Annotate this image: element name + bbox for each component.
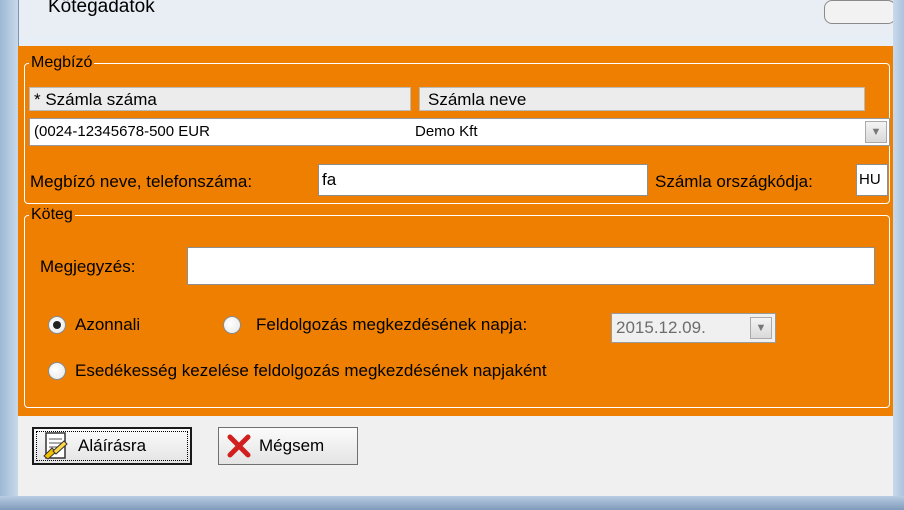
note-label: Megjegyzés: (40, 257, 136, 276)
window-frame-bottom (0, 496, 904, 510)
megbizo-legend: Megbízó (31, 54, 93, 71)
cancel-button[interactable]: Mégsem (218, 427, 358, 465)
calendar-dropdown-icon[interactable]: ▼ (750, 317, 772, 339)
radio-immediate-label[interactable]: Azonnali (75, 315, 140, 335)
column-header-account-name[interactable]: Számla neve (419, 87, 865, 111)
window-frame-left (0, 0, 19, 510)
country-code-label: Számla országkódja: (655, 172, 813, 191)
title-bar-button[interactable] (824, 0, 896, 24)
radio-immediate[interactable] (48, 316, 66, 334)
radio-processing-date[interactable] (223, 316, 241, 334)
sign-document-icon (43, 432, 68, 460)
processing-date-picker[interactable]: 2015.12.09. ▼ (611, 313, 776, 343)
account-number-value: (0024-12345678-500 EUR (34, 123, 210, 140)
sign-button-label: Aláírásra (78, 436, 147, 455)
radio-due-date-label[interactable]: Esedékesség kezelése feldolgozás megkezd… (75, 361, 547, 381)
sign-button[interactable]: Aláírásra (32, 427, 192, 465)
country-code-field[interactable]: HU (856, 164, 888, 196)
koteg-legend: Köteg (31, 206, 73, 223)
cancel-button-label: Mégsem (259, 436, 325, 455)
client-name-field[interactable]: fa (318, 164, 648, 196)
window-frame-right (893, 0, 904, 510)
close-icon (227, 434, 251, 458)
window-title: Kötegadatok (48, 0, 155, 17)
title-bar: Kötegadatok (18, 0, 896, 36)
processing-date-value: 2015.12.09. (616, 318, 706, 337)
radio-due-date[interactable] (48, 362, 66, 380)
account-name-value: Demo Kft (415, 123, 478, 140)
radio-processing-date-label[interactable]: Feldolgozás megkezdésének napja: (256, 315, 527, 335)
column-header-account-number[interactable]: * Számla száma (29, 87, 411, 111)
radio-selected-dot (53, 321, 61, 329)
account-select[interactable]: (0024-12345678-500 EUR Demo Kft ▼ (29, 118, 890, 146)
note-field[interactable] (187, 247, 875, 285)
chevron-down-icon[interactable]: ▼ (865, 121, 887, 143)
client-name-label: Megbízó neve, telefonszáma: (30, 172, 253, 191)
